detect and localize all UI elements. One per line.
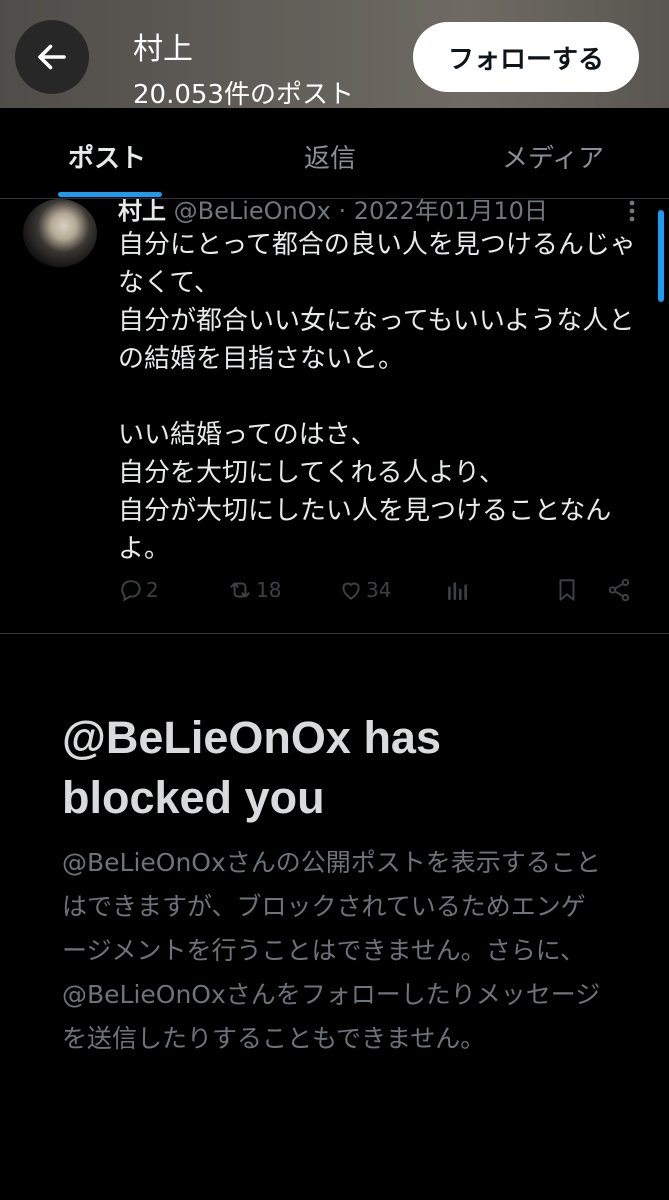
like-count: 34: [366, 578, 392, 602]
reply-icon: [121, 580, 141, 602]
repost-icon: [230, 582, 250, 598]
repost-button[interactable]: 18: [226, 577, 281, 603]
tab-posts[interactable]: ポスト: [68, 138, 146, 175]
bookmark-icon: [559, 579, 575, 601]
back-button[interactable]: [15, 20, 89, 94]
post-item[interactable]: 村上 @BeLieOnOx · 2022年01月10日 自分にとって都合の良い人…: [0, 199, 669, 634]
more-options-icon[interactable]: [622, 199, 642, 223]
profile-header: 村上 20.053件のポスト フォローする: [0, 0, 669, 108]
post-text: 自分にとって都合の良い人を見つけるんじゃなくて、 自分が都合いい女になってもいい…: [118, 230, 636, 564]
post-header: 村上 @BeLieOnOx · 2022年01月10日: [118, 199, 638, 226]
views-button[interactable]: [444, 577, 470, 603]
post-handle-date: @BeLieOnOx · 2022年01月10日: [166, 199, 548, 225]
share-button[interactable]: [606, 577, 632, 603]
tab-media[interactable]: メディア: [502, 138, 604, 175]
reply-button[interactable]: 2: [118, 577, 159, 603]
reply-count: 2: [146, 578, 159, 602]
active-tab-indicator: [58, 192, 162, 197]
scrollbar[interactable]: [658, 210, 664, 302]
tab-replies[interactable]: 返信: [304, 138, 356, 175]
avatar[interactable]: [23, 199, 97, 267]
profile-name: 村上: [133, 32, 193, 67]
profile-tabs: ポスト 返信 メディア: [0, 108, 669, 199]
bar-chart-icon: [448, 582, 467, 600]
post-author-name[interactable]: 村上: [118, 199, 166, 225]
repost-count: 18: [256, 578, 282, 602]
blocked-heading: @BeLieOnOx has blocked you: [62, 712, 441, 823]
blocked-description: @BeLieOnOxさんの公開ポストを表示することはできますが、ブロックされてい…: [62, 848, 601, 1053]
post-actions: 2 18 34: [118, 577, 638, 609]
follow-button[interactable]: フォローする: [413, 22, 639, 92]
like-button[interactable]: 34: [338, 577, 391, 603]
heart-icon: [342, 582, 360, 600]
bookmark-button[interactable]: [554, 577, 580, 603]
arrow-left-icon: [38, 44, 66, 70]
share-icon: [608, 578, 630, 602]
post-count: 20.053件のポスト: [133, 80, 354, 108]
